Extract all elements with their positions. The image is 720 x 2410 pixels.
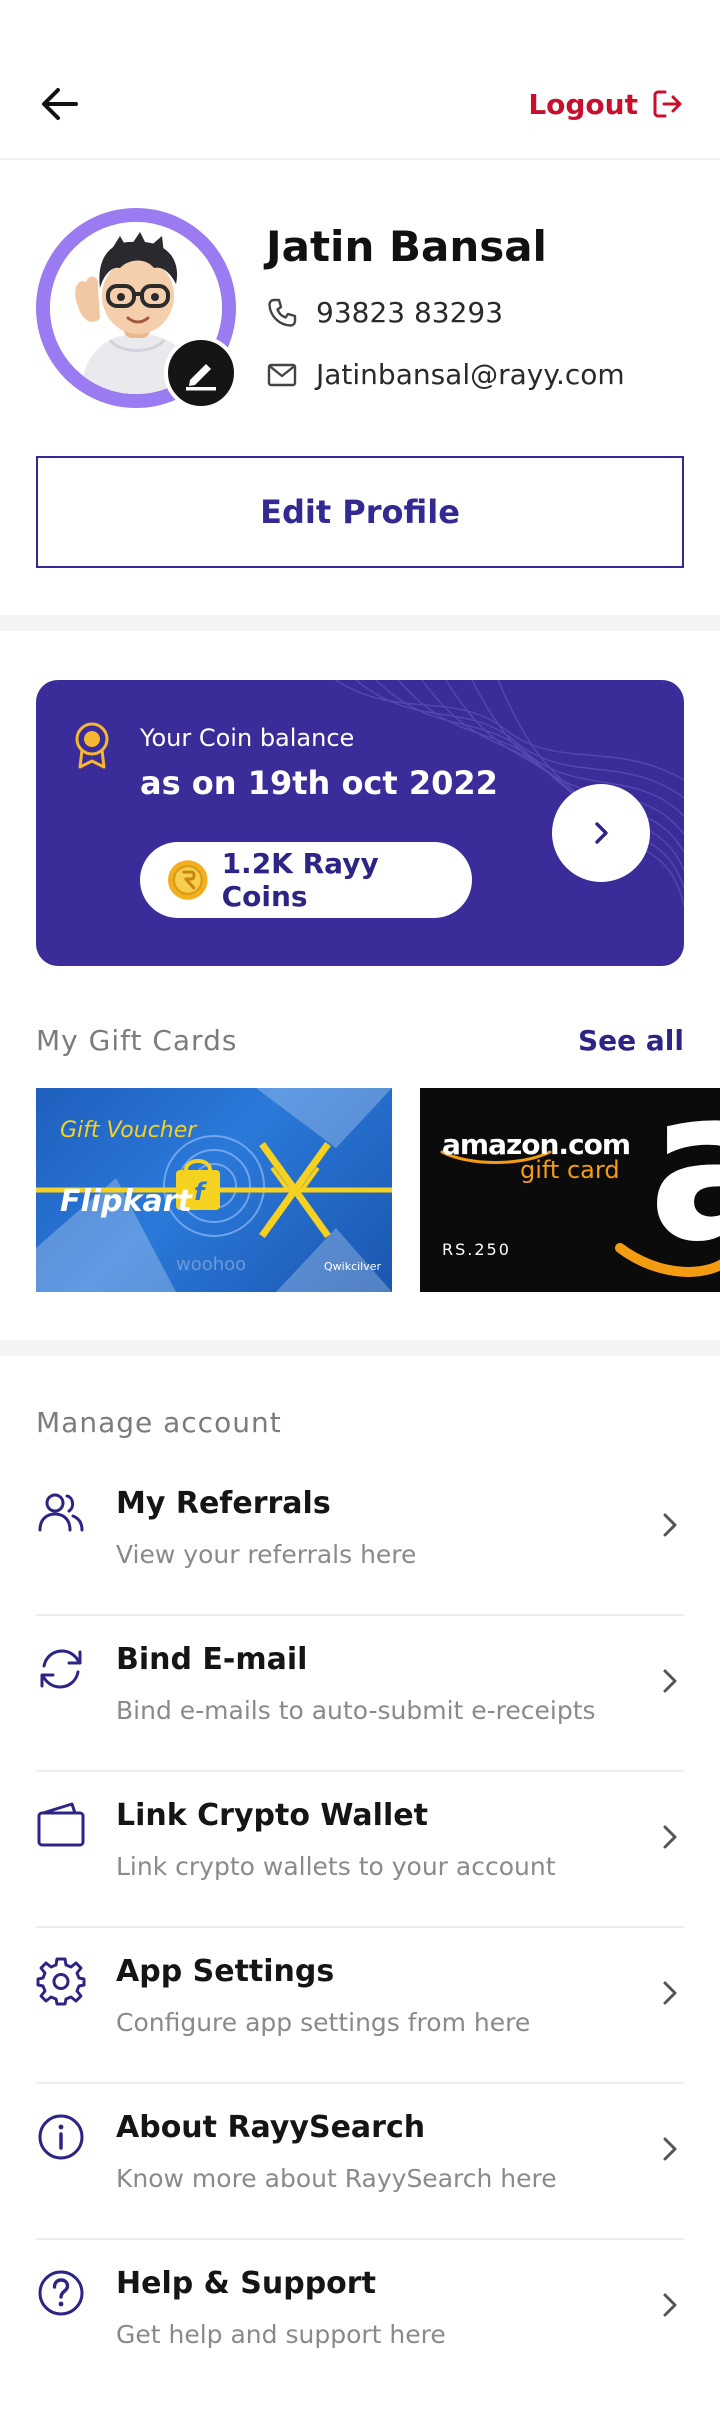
chevron-right-icon: [595, 822, 608, 844]
back-button[interactable]: [36, 82, 84, 126]
section-divider: [0, 615, 720, 631]
chevron-right-icon: [663, 2293, 677, 2317]
gift-cards-title: My Gift Cards: [36, 1024, 238, 1057]
app-header: Logout: [0, 0, 720, 160]
coin-amount: 1.2K Rayy Coins: [221, 847, 379, 913]
chevron-right-icon: [663, 1825, 677, 1849]
pencil-icon: [186, 364, 216, 391]
info-icon: [38, 2114, 84, 2160]
amazon-card-value: RS.250: [442, 1240, 511, 1259]
users-icon: [38, 1493, 84, 1532]
phone-icon: [268, 298, 297, 327]
menu-item-app-settings[interactable]: App Settings Configure app settings from…: [36, 1928, 684, 2084]
help-icon: [38, 2270, 84, 2316]
chevron-right-icon: [663, 1513, 677, 1537]
coin-balance-card[interactable]: Your Coin balance as on 19th oct 2022 1.…: [36, 680, 684, 966]
menu-item-title: Link Crypto Wallet: [116, 1798, 428, 1833]
section-divider: [0, 1340, 720, 1356]
coin-balance-date: as on 19th oct 2022: [140, 764, 498, 802]
mail-icon: [267, 363, 297, 386]
coin-amount-pill: 1.2K Rayy Coins: [140, 842, 472, 918]
amazon-subtitle: gift card: [520, 1156, 620, 1184]
flipkart-issuer: Qwikcilver: [324, 1260, 382, 1273]
manage-account-title: Manage account: [36, 1406, 282, 1439]
menu-item-subtitle: Configure app settings from here: [116, 2008, 531, 2037]
arrow-left-icon: [42, 88, 78, 120]
chevron-right-icon: [663, 1669, 677, 1693]
menu-item-about-rayysearch[interactable]: About RayySearch Know more about RayySea…: [36, 2084, 684, 2240]
menu-item-subtitle: Get help and support here: [116, 2320, 446, 2349]
menu-item-title: My Referrals: [116, 1486, 331, 1521]
logout-button[interactable]: Logout: [528, 82, 684, 126]
menu-item-subtitle: Bind e-mails to auto-submit e-receipts: [116, 1696, 596, 1725]
menu-item-title: Help & Support: [116, 2266, 376, 2301]
menu-item-subtitle: Know more about RayySearch here: [116, 2164, 557, 2193]
amazon-card-art: a: [440, 1088, 720, 1288]
flipkart-partner: woohoo: [176, 1254, 247, 1275]
edit-profile-button[interactable]: Edit Profile: [36, 456, 684, 568]
refresh-icon: [40, 1649, 82, 1689]
menu-item-title: App Settings: [116, 1954, 335, 1989]
logout-icon: [653, 90, 682, 118]
phone-number: 93823 83293: [316, 296, 504, 329]
coin-icon: [167, 860, 208, 900]
email-address: Jatinbansal@rayy.com: [316, 358, 625, 391]
gear-icon: [36, 1957, 86, 2006]
email-row: Jatinbansal@rayy.com: [266, 358, 625, 391]
menu-item-title: Bind E-mail: [116, 1642, 308, 1677]
menu-item-bind-email[interactable]: Bind E-mail Bind e-mails to auto-submit …: [36, 1616, 684, 1772]
coin-balance-label: Your Coin balance: [140, 724, 355, 752]
logout-label: Logout: [528, 87, 638, 121]
menu-item-help-support[interactable]: Help & Support Get help and support here: [36, 2240, 684, 2396]
edit-avatar-button[interactable]: [164, 336, 238, 410]
wallet-icon: [37, 1802, 85, 1847]
chevron-right-icon: [663, 2137, 677, 2161]
menu-item-subtitle: View your referrals here: [116, 1540, 417, 1569]
flipkart-brand: Flipkart: [60, 1184, 192, 1219]
svg-text:a: a: [648, 1088, 720, 1288]
amazon-gift-card[interactable]: a amazon.com gift card RS.250: [420, 1088, 720, 1292]
menu-item-subtitle: Link crypto wallets to your account: [116, 1852, 556, 1881]
menu-item-title: About RayySearch: [116, 2110, 426, 2145]
menu-item-my-referrals[interactable]: My Referrals View your referrals here: [36, 1460, 684, 1616]
chevron-right-icon: [663, 1981, 677, 2005]
flipkart-card-heading: Gift Voucher: [60, 1118, 197, 1143]
phone-row: 93823 83293: [266, 296, 503, 329]
menu-item-link-crypto-wallet[interactable]: Link Crypto Wallet Link crypto wallets t…: [36, 1772, 684, 1928]
flipkart-gift-card[interactable]: f Gift Voucher Flipkart woohoo Qwikcilve…: [36, 1088, 392, 1292]
medal-icon: [75, 722, 109, 769]
coin-details-button[interactable]: [552, 784, 650, 882]
profile-section: Jatin Bansal 93823 83293 Jatinbansal@ray…: [0, 160, 720, 615]
see-all-link[interactable]: See all: [578, 1024, 684, 1057]
user-name: Jatin Bansal: [266, 222, 547, 271]
